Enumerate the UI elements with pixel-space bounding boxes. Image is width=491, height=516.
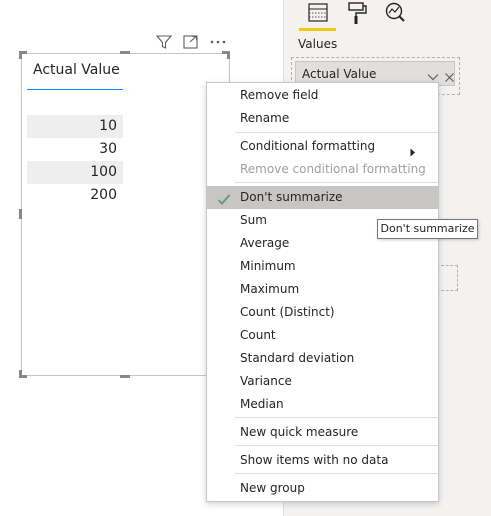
menu-item-label: Conditional formatting xyxy=(240,139,376,153)
field-pill-label: Actual Value xyxy=(302,67,377,81)
menu-item-label: Remove conditional formatting xyxy=(240,162,426,176)
active-tab-underline xyxy=(299,28,336,31)
menu-item-label: Count (Distinct) xyxy=(240,305,335,319)
menu-item-label: New group xyxy=(240,481,305,495)
column-header[interactable]: Actual Value xyxy=(33,62,120,78)
menu-item-maximum[interactable]: Maximum xyxy=(207,278,438,301)
menu-item-new-group[interactable]: New group xyxy=(207,477,438,500)
menu-item-show-items-with-no-data[interactable]: Show items with no data xyxy=(207,449,438,472)
menu-separator xyxy=(235,417,438,418)
menu-item-label: Remove field xyxy=(240,88,319,102)
menu-item-median[interactable]: Median xyxy=(207,393,438,416)
resize-handle[interactable] xyxy=(19,370,22,378)
table-row[interactable]: 100 xyxy=(27,161,123,184)
menu-separator xyxy=(235,132,438,133)
menu-item-remove-field[interactable]: Remove field xyxy=(207,84,438,107)
resize-handle[interactable] xyxy=(120,375,130,378)
column-header-underline xyxy=(27,89,123,90)
table-visual[interactable] xyxy=(21,53,230,376)
menu-item-variance[interactable]: Variance xyxy=(207,370,438,393)
filter-icon[interactable] xyxy=(155,34,173,50)
table-row[interactable]: 30 xyxy=(27,138,123,161)
menu-separator xyxy=(235,445,438,446)
menu-separator xyxy=(235,473,438,474)
analytics-icon[interactable] xyxy=(382,0,408,26)
submenu-arrow-icon xyxy=(410,142,416,157)
focus-mode-icon[interactable] xyxy=(182,34,200,50)
menu-item-conditional-formatting[interactable]: Conditional formatting xyxy=(207,135,438,158)
context-menu: Remove field Rename Conditional formatti… xyxy=(206,82,439,502)
menu-item-minimum[interactable]: Minimum xyxy=(207,255,438,278)
menu-item-label: Standard deviation xyxy=(240,351,355,365)
checkmark-icon xyxy=(217,191,231,205)
menu-item-label: Maximum xyxy=(240,282,300,296)
table-row[interactable]: 200 xyxy=(27,184,123,207)
paint-roller-icon[interactable] xyxy=(344,0,370,26)
menu-item-label: Average xyxy=(240,236,290,250)
resize-handle[interactable] xyxy=(19,209,22,219)
menu-item-rename[interactable]: Rename xyxy=(207,107,438,130)
menu-item-label: Don't summarize xyxy=(240,190,343,204)
resize-handle[interactable] xyxy=(227,51,230,59)
menu-item-label: Minimum xyxy=(240,259,296,273)
menu-item-standard-deviation[interactable]: Standard deviation xyxy=(207,347,438,370)
table-icon[interactable] xyxy=(305,0,331,26)
menu-item-label: Sum xyxy=(240,213,267,227)
close-icon[interactable] xyxy=(444,68,455,82)
menu-item-count-distinct[interactable]: Count (Distinct) xyxy=(207,301,438,324)
table-row[interactable]: 10 xyxy=(27,115,123,138)
values-section-label: Values xyxy=(298,37,338,51)
menu-item-dont-summarize[interactable]: Don't summarize xyxy=(207,186,438,209)
menu-item-label: Show items with no data xyxy=(240,453,389,467)
menu-item-count[interactable]: Count xyxy=(207,324,438,347)
menu-item-label: Count xyxy=(240,328,276,342)
resize-handle[interactable] xyxy=(19,51,22,59)
menu-item-label: New quick measure xyxy=(240,425,359,439)
menu-item-label: Rename xyxy=(240,111,290,125)
tooltip: Don't summarize xyxy=(377,219,478,239)
menu-item-label: Variance xyxy=(240,374,292,388)
menu-item-remove-conditional-formatting: Remove conditional formatting xyxy=(207,158,438,181)
menu-item-label: Median xyxy=(240,397,284,411)
resize-handle[interactable] xyxy=(120,51,130,54)
chevron-down-icon[interactable] xyxy=(427,68,439,81)
menu-separator xyxy=(235,182,438,183)
menu-item-new-quick-measure[interactable]: New quick measure xyxy=(207,421,438,444)
more-options-icon[interactable] xyxy=(209,34,227,50)
